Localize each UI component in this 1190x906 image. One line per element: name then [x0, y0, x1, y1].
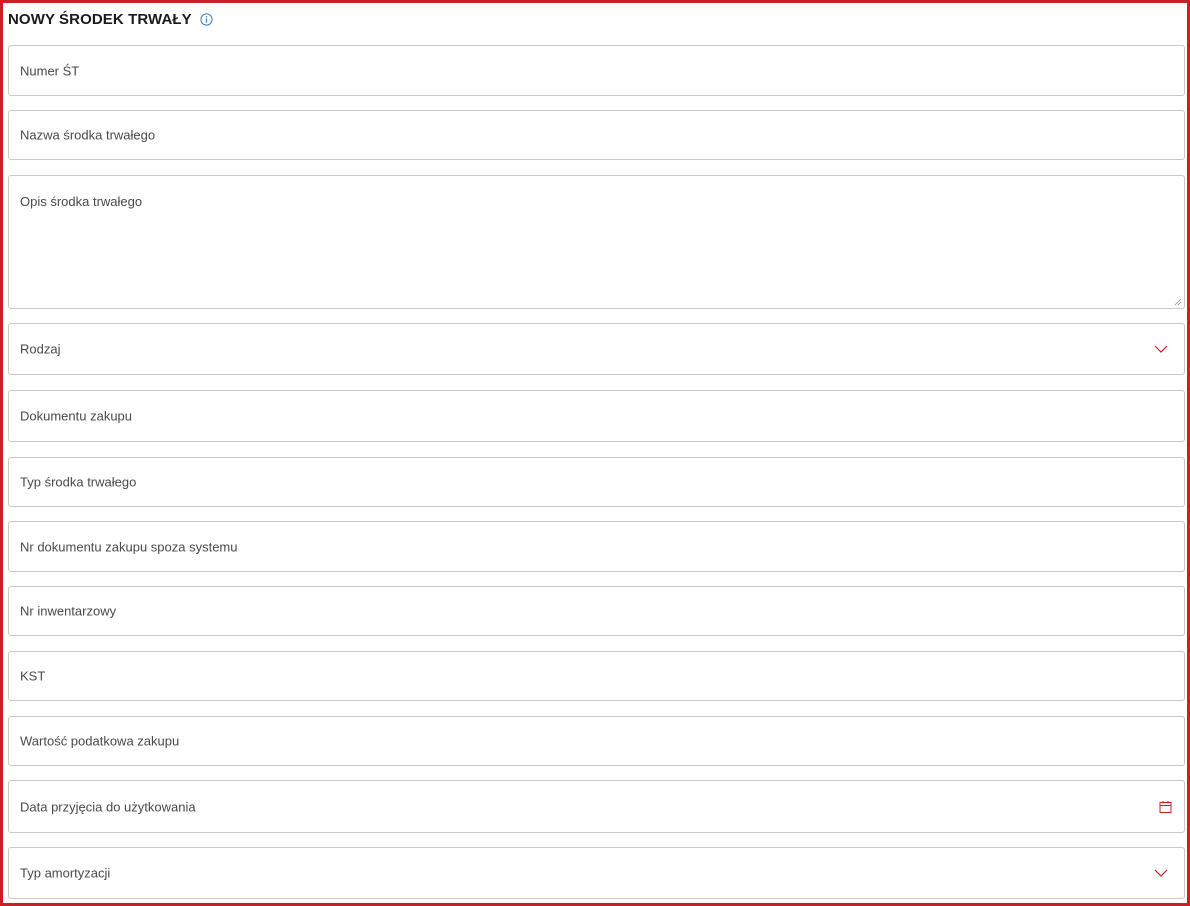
- wartosc-podatkowa-field[interactable]: Wartość podatkowa zakupu: [8, 716, 1185, 766]
- rodzaj-select[interactable]: Rodzaj: [8, 323, 1185, 375]
- nazwa-srodka-field[interactable]: Nazwa środka trwałego: [8, 110, 1185, 160]
- info-icon[interactable]: [200, 12, 213, 26]
- chevron-down-icon[interactable]: [1154, 869, 1168, 877]
- page-title: NOWY ŚRODEK TRWAŁY: [8, 10, 192, 28]
- form-header: NOWY ŚRODEK TRWAŁY: [8, 9, 213, 29]
- resize-handle-icon[interactable]: [1174, 298, 1182, 306]
- data-przyjecia-field[interactable]: Data przyjęcia do użytkowania: [8, 780, 1185, 833]
- typ-amortyzacji-placeholder: Typ amortyzacji: [20, 865, 111, 881]
- typ-srodka-placeholder: Typ środka trwałego: [20, 474, 137, 490]
- dokument-zakupu-field[interactable]: Dokumentu zakupu: [8, 390, 1185, 442]
- rodzaj-placeholder: Rodzaj: [20, 341, 61, 357]
- chevron-down-icon[interactable]: [1154, 345, 1168, 353]
- typ-srodka-field[interactable]: Typ środka trwałego: [8, 457, 1185, 507]
- numer-st-placeholder: Numer ŚT: [20, 63, 80, 78]
- wartosc-podatkowa-placeholder: Wartość podatkowa zakupu: [20, 733, 180, 749]
- opis-srodka-placeholder: Opis środka trwałego: [20, 194, 143, 209]
- dokument-zakupu-placeholder: Dokumentu zakupu: [20, 408, 133, 424]
- nr-inwentarzowy-field[interactable]: Nr inwentarzowy: [8, 586, 1185, 636]
- nr-dokumentu-field[interactable]: Nr dokumentu zakupu spoza systemu: [8, 521, 1185, 572]
- kst-placeholder: KST: [20, 668, 46, 684]
- data-przyjecia-placeholder: Data przyjęcia do użytkowania: [20, 799, 196, 814]
- calendar-icon[interactable]: [1159, 800, 1172, 813]
- nr-inwentarzowy-placeholder: Nr inwentarzowy: [20, 603, 117, 619]
- typ-amortyzacji-select[interactable]: Typ amortyzacji: [8, 847, 1185, 899]
- nazwa-srodka-placeholder: Nazwa środka trwałego: [20, 127, 156, 143]
- opis-srodka-textarea[interactable]: Opis środka trwałego: [8, 175, 1185, 309]
- kst-field[interactable]: KST: [8, 651, 1185, 701]
- numer-st-field[interactable]: Numer ŚT: [8, 45, 1185, 96]
- nr-dokumentu-placeholder: Nr dokumentu zakupu spoza systemu: [20, 539, 238, 554]
